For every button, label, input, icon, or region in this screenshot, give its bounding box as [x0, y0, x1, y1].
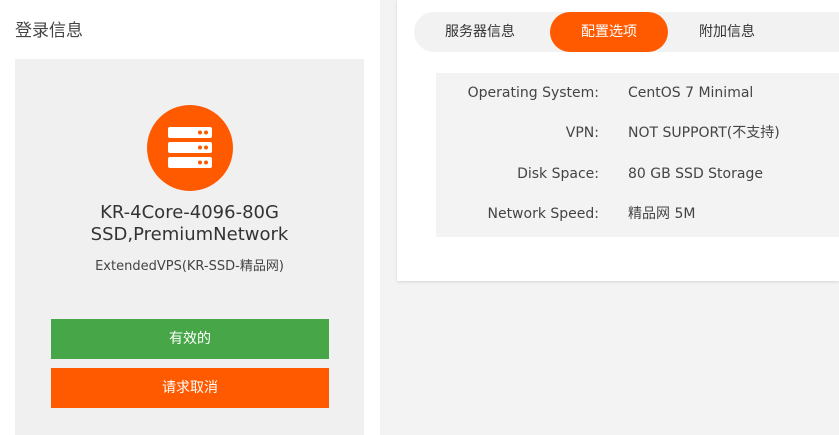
product-subtitle: ExtendedVPS(KR-SSD-精品网) — [95, 259, 284, 274]
tab-config-options[interactable]: 配置选项 — [550, 12, 668, 52]
spec-label: VPN: — [565, 125, 599, 141]
spec-row-os: Operating System: CentOS 7 Minimal — [436, 78, 839, 108]
login-info-panel: 登录信息 KR-4Core-4096-80G SSD,PremiumNetwor… — [0, 0, 380, 435]
product-name: KR-4Core-4096-80G SSD,PremiumNetwork — [15, 202, 364, 246]
spec-value: 80 GB SSD Storage — [628, 166, 763, 182]
spec-label: Operating System: — [467, 85, 599, 101]
spec-value: 精品网 5M — [628, 206, 696, 222]
product-name-line2: SSD,PremiumNetwork — [90, 224, 289, 245]
spec-value: CentOS 7 Minimal — [628, 85, 754, 101]
status-active-button[interactable]: 有效的 — [51, 319, 329, 359]
tab-addon-info[interactable]: 附加信息 — [672, 12, 782, 52]
tab-server-info[interactable]: 服务器信息 — [414, 12, 546, 52]
tab-bar: 服务器信息 配置选项 附加信息 — [414, 12, 839, 52]
spec-label: Disk Space: — [517, 166, 599, 182]
spec-row-network: Network Speed: 精品网 5M — [436, 199, 839, 229]
panel-title: 登录信息 — [15, 21, 83, 41]
spec-value: NOT SUPPORT(不支持) — [628, 125, 780, 141]
config-specs: Operating System: CentOS 7 Minimal VPN: … — [436, 73, 839, 237]
server-icon — [147, 105, 233, 191]
spec-row-vpn: VPN: NOT SUPPORT(不支持) — [436, 118, 839, 148]
product-name-line1: KR-4Core-4096-80G — [100, 202, 279, 223]
spec-label: Network Speed: — [487, 206, 599, 222]
product-card: KR-4Core-4096-80G SSD,PremiumNetwork Ext… — [15, 59, 364, 435]
request-cancel-button[interactable]: 请求取消 — [51, 368, 329, 408]
details-panel: 服务器信息 配置选项 附加信息 Operating System: CentOS… — [397, 0, 839, 281]
spec-row-disk: Disk Space: 80 GB SSD Storage — [436, 159, 839, 189]
